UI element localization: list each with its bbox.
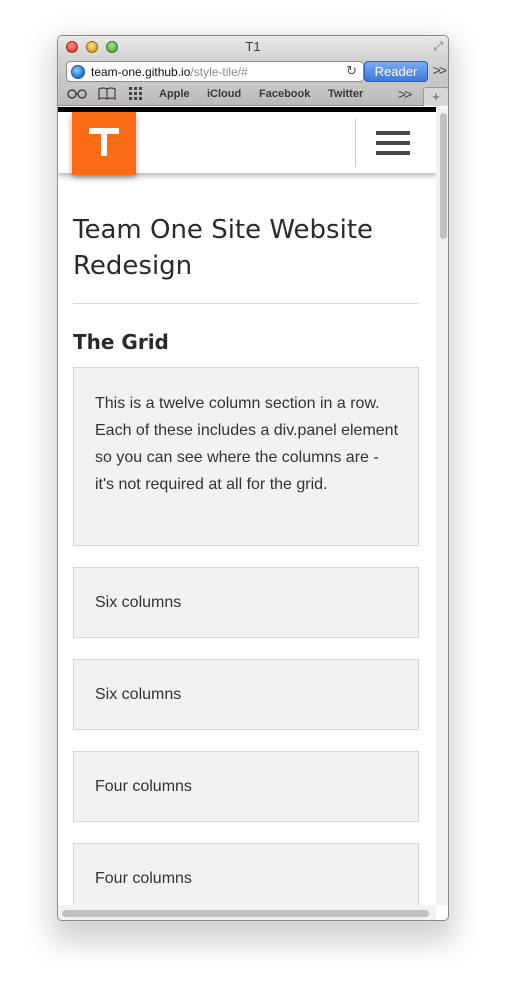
url-host: team-one.github.io xyxy=(91,65,191,79)
panel-text: This is a twelve column section in a row… xyxy=(95,395,399,493)
section-title: The Grid xyxy=(73,330,169,354)
bookmark-facebook[interactable]: Facebook xyxy=(259,88,310,100)
toolbar: team-one.github.io/style-tile/# ↻ Reader… xyxy=(58,58,448,84)
reload-icon[interactable]: ↻ xyxy=(346,63,357,79)
window-title: T1 xyxy=(245,39,261,54)
url-text[interactable]: team-one.github.io/style-tile/# xyxy=(91,65,248,79)
panel-twelve-columns: This is a twelve column section in a row… xyxy=(73,367,419,546)
reader-button[interactable]: Reader xyxy=(364,61,428,82)
page-title: Team One Site Website Redesign xyxy=(73,215,374,281)
grid-icon[interactable] xyxy=(129,87,143,103)
url-path: /style-tile/# xyxy=(190,65,248,79)
team-one-logo[interactable] xyxy=(72,112,136,175)
divider xyxy=(73,303,419,304)
panel-text: Four columns xyxy=(95,870,192,887)
page-viewport: Team One Site Website Redesign The Grid … xyxy=(58,107,436,905)
site-header xyxy=(58,107,436,175)
panel-text: Six columns xyxy=(95,594,182,611)
fullscreen-icon[interactable]: ⤢ xyxy=(433,39,443,54)
panel-four-columns: Four columns xyxy=(73,751,419,822)
toolbar-overflow-icon[interactable]: >> xyxy=(433,62,447,78)
bookmarks-bar: Apple iCloud Facebook Twitter >> + xyxy=(58,84,448,106)
bookmark-apple[interactable]: Apple xyxy=(159,88,190,100)
address-bar[interactable]: team-one.github.io/style-tile/# ↻ xyxy=(66,61,364,82)
hamburger-menu-icon[interactable] xyxy=(376,131,410,155)
title-bar[interactable]: T1 ⤢ xyxy=(58,36,448,58)
book-icon[interactable] xyxy=(98,87,116,103)
panel-text: Four columns xyxy=(95,778,192,795)
horizontal-scrollbar[interactable] xyxy=(58,905,436,920)
new-tab-button[interactable]: + xyxy=(423,87,448,106)
globe-icon xyxy=(71,65,85,79)
panel-text: Six columns xyxy=(95,686,182,703)
panel-six-columns: Six columns xyxy=(73,659,419,730)
vertical-scroll-thumb[interactable] xyxy=(440,113,447,239)
bookmark-icloud[interactable]: iCloud xyxy=(207,88,241,100)
logo-t-stem xyxy=(101,128,107,156)
bookmarks-overflow-icon[interactable]: >> xyxy=(398,86,412,102)
browser-window: T1 ⤢ team-one.github.io/style-tile/# ↻ R… xyxy=(57,35,449,921)
bookmark-twitter[interactable]: Twitter xyxy=(328,88,363,100)
header-divider xyxy=(355,119,356,167)
panel-four-columns: Four columns xyxy=(73,843,419,905)
horizontal-scroll-thumb[interactable] xyxy=(62,910,429,917)
panel-six-columns: Six columns xyxy=(73,567,419,638)
vertical-scrollbar[interactable] xyxy=(436,107,448,905)
glasses-icon[interactable] xyxy=(67,87,87,102)
